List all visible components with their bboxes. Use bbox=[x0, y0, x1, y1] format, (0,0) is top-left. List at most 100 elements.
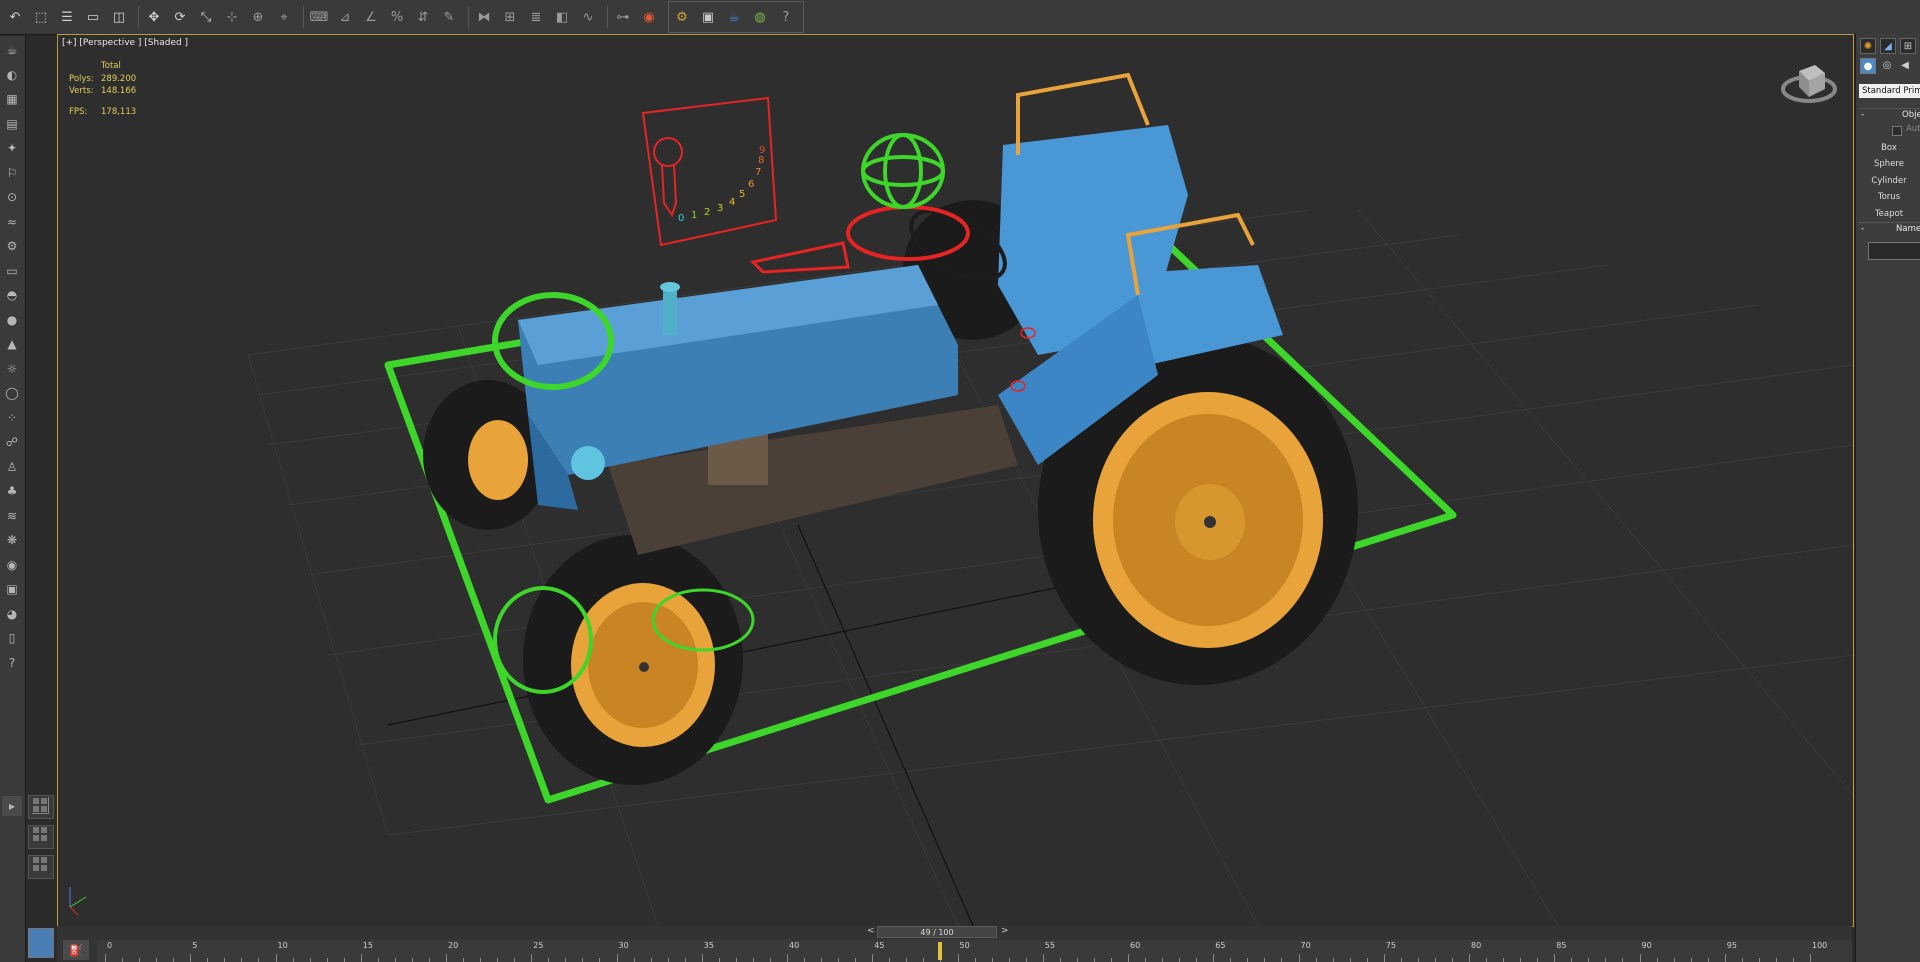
cone-icon[interactable]: ▲ bbox=[2, 334, 22, 354]
gear-shift-helper[interactable]: 0 1 2 3456789 bbox=[641, 96, 778, 247]
select-object-icon[interactable]: ⬚ bbox=[30, 6, 52, 28]
primitive-teapot-button[interactable]: Teapot bbox=[1859, 206, 1919, 221]
teapot-icon[interactable]: ☕ bbox=[2, 40, 22, 60]
time-slider-prev-button[interactable]: < bbox=[867, 926, 875, 936]
autogrid-checkbox[interactable] bbox=[1892, 126, 1902, 136]
cloth-icon[interactable]: ❋ bbox=[2, 530, 22, 550]
geometry-category-icon[interactable]: ● bbox=[1860, 58, 1876, 74]
bone-icon[interactable]: ☍ bbox=[2, 432, 22, 452]
biped-icon[interactable]: ♙ bbox=[2, 457, 22, 477]
perspective-viewport[interactable]: [+] [Perspective ] [Shaded ] Total Polys… bbox=[57, 34, 1854, 927]
time-slider[interactable]: 49 / 100 bbox=[877, 926, 997, 938]
plane-icon[interactable]: ▭ bbox=[2, 261, 22, 281]
rollout-collapse-icon[interactable]: - bbox=[1861, 224, 1864, 239]
systems-icon[interactable]: ⚙ bbox=[2, 236, 22, 256]
blue-sphere-icon[interactable]: ◕ bbox=[2, 604, 22, 624]
sphere-preview-icon[interactable]: ◉ bbox=[2, 555, 22, 575]
rollout-collapse-icon[interactable]: - bbox=[1861, 110, 1864, 125]
percent-snap-icon[interactable]: % bbox=[386, 6, 408, 28]
render-icon[interactable]: ☕ bbox=[723, 6, 745, 28]
object-type-dropdown[interactable]: Standard Primi bbox=[1859, 84, 1920, 98]
named-selection-icon[interactable]: ✎ bbox=[438, 6, 460, 28]
object-name-field[interactable] bbox=[1868, 242, 1920, 260]
front-wheel-left[interactable] bbox=[523, 535, 743, 785]
spacewarp-icon[interactable]: ≈ bbox=[2, 212, 22, 232]
frame-tick bbox=[1196, 958, 1198, 962]
dome-icon[interactable]: ◓ bbox=[2, 285, 22, 305]
move-icon[interactable]: ✥ bbox=[143, 6, 165, 28]
viewcube-icon[interactable] bbox=[1779, 51, 1839, 111]
frame-tick bbox=[1775, 958, 1777, 962]
toolbar-separator bbox=[468, 6, 469, 28]
help-icon[interactable]: ? bbox=[775, 6, 797, 28]
compact-material-icon[interactable]: ▦ bbox=[2, 89, 22, 109]
spinner-snap-icon[interactable]: ⇵ bbox=[412, 6, 434, 28]
snap-3d-icon[interactable]: ⊿ bbox=[334, 6, 356, 28]
rendered-frame-icon[interactable]: ▣ bbox=[697, 6, 719, 28]
frame-tick bbox=[241, 958, 243, 962]
curve-editor-icon[interactable]: ∿ bbox=[577, 6, 599, 28]
red-arrow-helper[interactable] bbox=[749, 241, 850, 274]
reference-coordinate-icon[interactable]: ⊹ bbox=[221, 6, 243, 28]
pivot-icon[interactable]: ⊕ bbox=[247, 6, 269, 28]
primitive-sphere-button[interactable]: Sphere bbox=[1859, 157, 1919, 172]
layer-manager-icon[interactable]: ≣ bbox=[525, 6, 547, 28]
frame-tick-label: 80 bbox=[1471, 941, 1482, 950]
angle-snap-icon[interactable]: ∠ bbox=[360, 6, 382, 28]
help-icon[interactable]: ? bbox=[2, 653, 22, 673]
frame-tick bbox=[1315, 958, 1317, 962]
active-viewport-layout-button[interactable] bbox=[28, 928, 54, 958]
moon-icon[interactable]: ◯ bbox=[2, 383, 22, 403]
undo-icon[interactable]: ↶ bbox=[4, 6, 26, 28]
object-type-rollout-title[interactable]: Obje bbox=[1902, 110, 1920, 125]
modify-tab-icon[interactable]: ◢ bbox=[1880, 38, 1896, 54]
stats-icon[interactable]: ▯ bbox=[2, 628, 22, 648]
current-frame-indicator[interactable] bbox=[938, 942, 943, 960]
time-slider-next-button[interactable]: > bbox=[1001, 926, 1009, 936]
scene-render: 0 1 2 3456789 bbox=[69, 72, 1853, 926]
green-sphere-helper[interactable] bbox=[861, 133, 945, 209]
hair-icon[interactable]: ≋ bbox=[2, 506, 22, 526]
frame-tick bbox=[582, 958, 584, 962]
material-editor-icon[interactable]: ◉ bbox=[638, 6, 660, 28]
rotate-icon[interactable]: ⟳ bbox=[169, 6, 191, 28]
align-icon[interactable]: ⊞ bbox=[499, 6, 521, 28]
window-crossing-icon[interactable]: ◫ bbox=[108, 6, 130, 28]
particle-icon[interactable]: ⁘ bbox=[2, 408, 22, 428]
render-frame-icon[interactable]: ▤ bbox=[2, 114, 22, 134]
scale-icon[interactable]: ⤡ bbox=[195, 6, 217, 28]
cache-icon[interactable]: ▣ bbox=[2, 579, 22, 599]
shapes-category-icon[interactable]: ◎ bbox=[1880, 58, 1894, 72]
create-tab-icon[interactable]: ✺ bbox=[1860, 38, 1876, 54]
slate-material-icon[interactable]: ◐ bbox=[2, 65, 22, 85]
sun-icon[interactable]: ☼ bbox=[2, 359, 22, 379]
primitive-cylinder-button[interactable]: Cylinder bbox=[1859, 173, 1919, 188]
select-manipulate-icon[interactable]: ⌖ bbox=[273, 6, 295, 28]
frame-tick bbox=[1179, 958, 1181, 962]
schematic-view-icon[interactable]: ⊶ bbox=[612, 6, 634, 28]
frame-ruler[interactable]: 0 5 10 15 20 25 30 35 40 45 50 55 60 65 70 75 80 85 90 95 10… bbox=[97, 940, 1852, 962]
hierarchy-tab-icon[interactable]: ⊞ bbox=[1900, 38, 1916, 54]
frame-tick bbox=[1792, 958, 1794, 962]
expand-panel-icon[interactable]: ▸ bbox=[2, 796, 22, 816]
camera-icon[interactable]: ⚐ bbox=[2, 163, 22, 183]
frame-tick bbox=[650, 958, 652, 962]
name-color-rollout-title[interactable]: Name a bbox=[1896, 224, 1920, 239]
graphite-icon[interactable]: ◧ bbox=[551, 6, 573, 28]
keyboard-shortcut-icon[interactable]: ⌨ bbox=[308, 6, 330, 28]
foliage-icon[interactable]: ♣ bbox=[2, 481, 22, 501]
primitive-box-button[interactable]: Box bbox=[1859, 140, 1919, 155]
frame-tick bbox=[1503, 958, 1505, 962]
helper-icon[interactable]: ⊙ bbox=[2, 187, 22, 207]
primitive-torus-button[interactable]: Torus bbox=[1859, 190, 1919, 205]
select-by-name-icon[interactable]: ☰ bbox=[56, 6, 78, 28]
environment-icon[interactable]: ◍ bbox=[749, 6, 771, 28]
sphere-icon[interactable]: ● bbox=[2, 310, 22, 330]
select-region-icon[interactable]: ▭ bbox=[82, 6, 104, 28]
render-setup-icon[interactable]: ⚙ bbox=[671, 6, 693, 28]
frame-tick bbox=[565, 958, 567, 962]
lights-category-icon[interactable]: ◀ bbox=[1898, 58, 1912, 72]
trackbar-toggle-icon[interactable]: ⛽ bbox=[63, 940, 89, 960]
mirror-icon[interactable]: ⧓ bbox=[473, 6, 495, 28]
light-icon[interactable]: ✦ bbox=[2, 138, 22, 158]
